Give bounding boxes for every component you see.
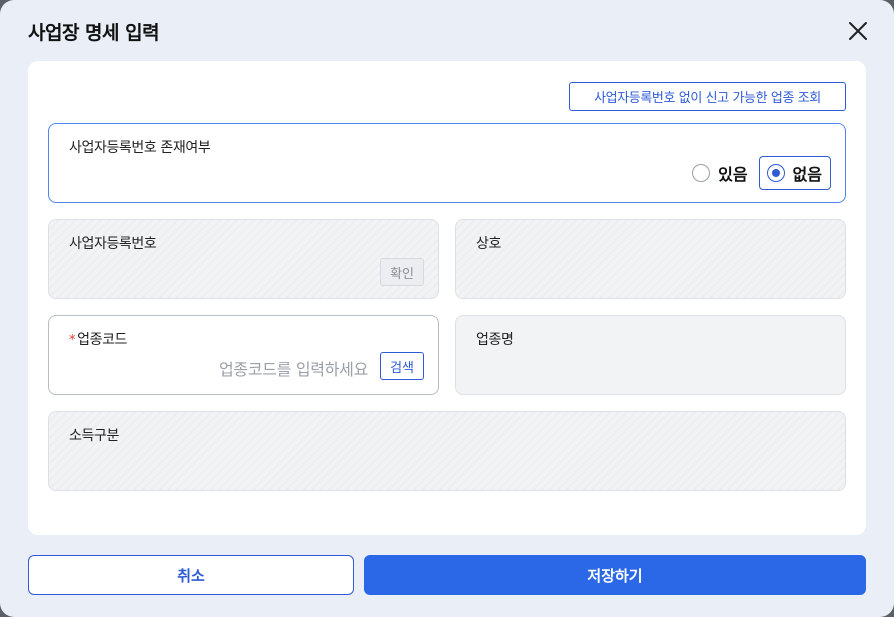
business-detail-modal: 사업장 명세 입력 사업자등록번호 없이 신고 가능한 업종 조회 사업자등록번… xyxy=(0,0,894,617)
save-button[interactable]: 저장하기 xyxy=(364,555,866,595)
radio-no-label: 없음 xyxy=(792,165,822,184)
trade-name-field: 상호 xyxy=(455,219,846,299)
radio-selected-dot xyxy=(771,169,780,177)
brn-exists-field: 사업자등록번호 존재여부 있음 없음 xyxy=(48,123,846,203)
industry-code-label: 업종코드 xyxy=(77,332,128,348)
close-button[interactable] xyxy=(846,19,870,43)
industry-name-label: 업종명 xyxy=(476,332,514,348)
industry-name-field: 업종명 xyxy=(455,315,846,395)
radio-no-icon[interactable] xyxy=(766,164,785,182)
radio-option-no[interactable]: 없음 xyxy=(758,156,831,190)
required-mark: * xyxy=(69,333,76,348)
trade-name-label: 상호 xyxy=(476,236,501,252)
radio-option-yes[interactable]: 있음 xyxy=(684,156,756,190)
industry-code-field[interactable]: * 업종코드 업종코드를 입력하세요 검색 xyxy=(48,315,439,395)
industry-code-input[interactable]: 업종코드를 입력하세요 xyxy=(219,356,368,380)
brn-confirm-button[interactable]: 확인 xyxy=(380,258,424,286)
industry-code-label-wrap: * 업종코드 xyxy=(69,329,127,349)
form-content: 사업자등록번호 없이 신고 가능한 업종 조회 사업자등록번호 존재여부 있음 … xyxy=(28,61,866,535)
modal-title: 사업장 명세 입력 xyxy=(28,22,160,44)
brn-label: 사업자등록번호 xyxy=(69,236,157,252)
cancel-button[interactable]: 취소 xyxy=(28,555,354,595)
brn-exists-label: 사업자등록번호 존재여부 xyxy=(69,140,211,156)
industry-lookup-button[interactable]: 사업자등록번호 없이 신고 가능한 업종 조회 xyxy=(569,82,846,111)
industry-search-button[interactable]: 검색 xyxy=(380,352,424,380)
brn-field: 사업자등록번호 확인 xyxy=(48,219,439,299)
radio-yes-label: 있음 xyxy=(718,165,748,184)
radio-yes-icon[interactable] xyxy=(692,164,711,182)
brn-exists-radio-group: 있음 없음 xyxy=(682,156,831,190)
income-type-field: 소득구분 xyxy=(48,411,846,491)
close-icon xyxy=(849,22,867,40)
income-type-label: 소득구분 xyxy=(69,428,119,444)
